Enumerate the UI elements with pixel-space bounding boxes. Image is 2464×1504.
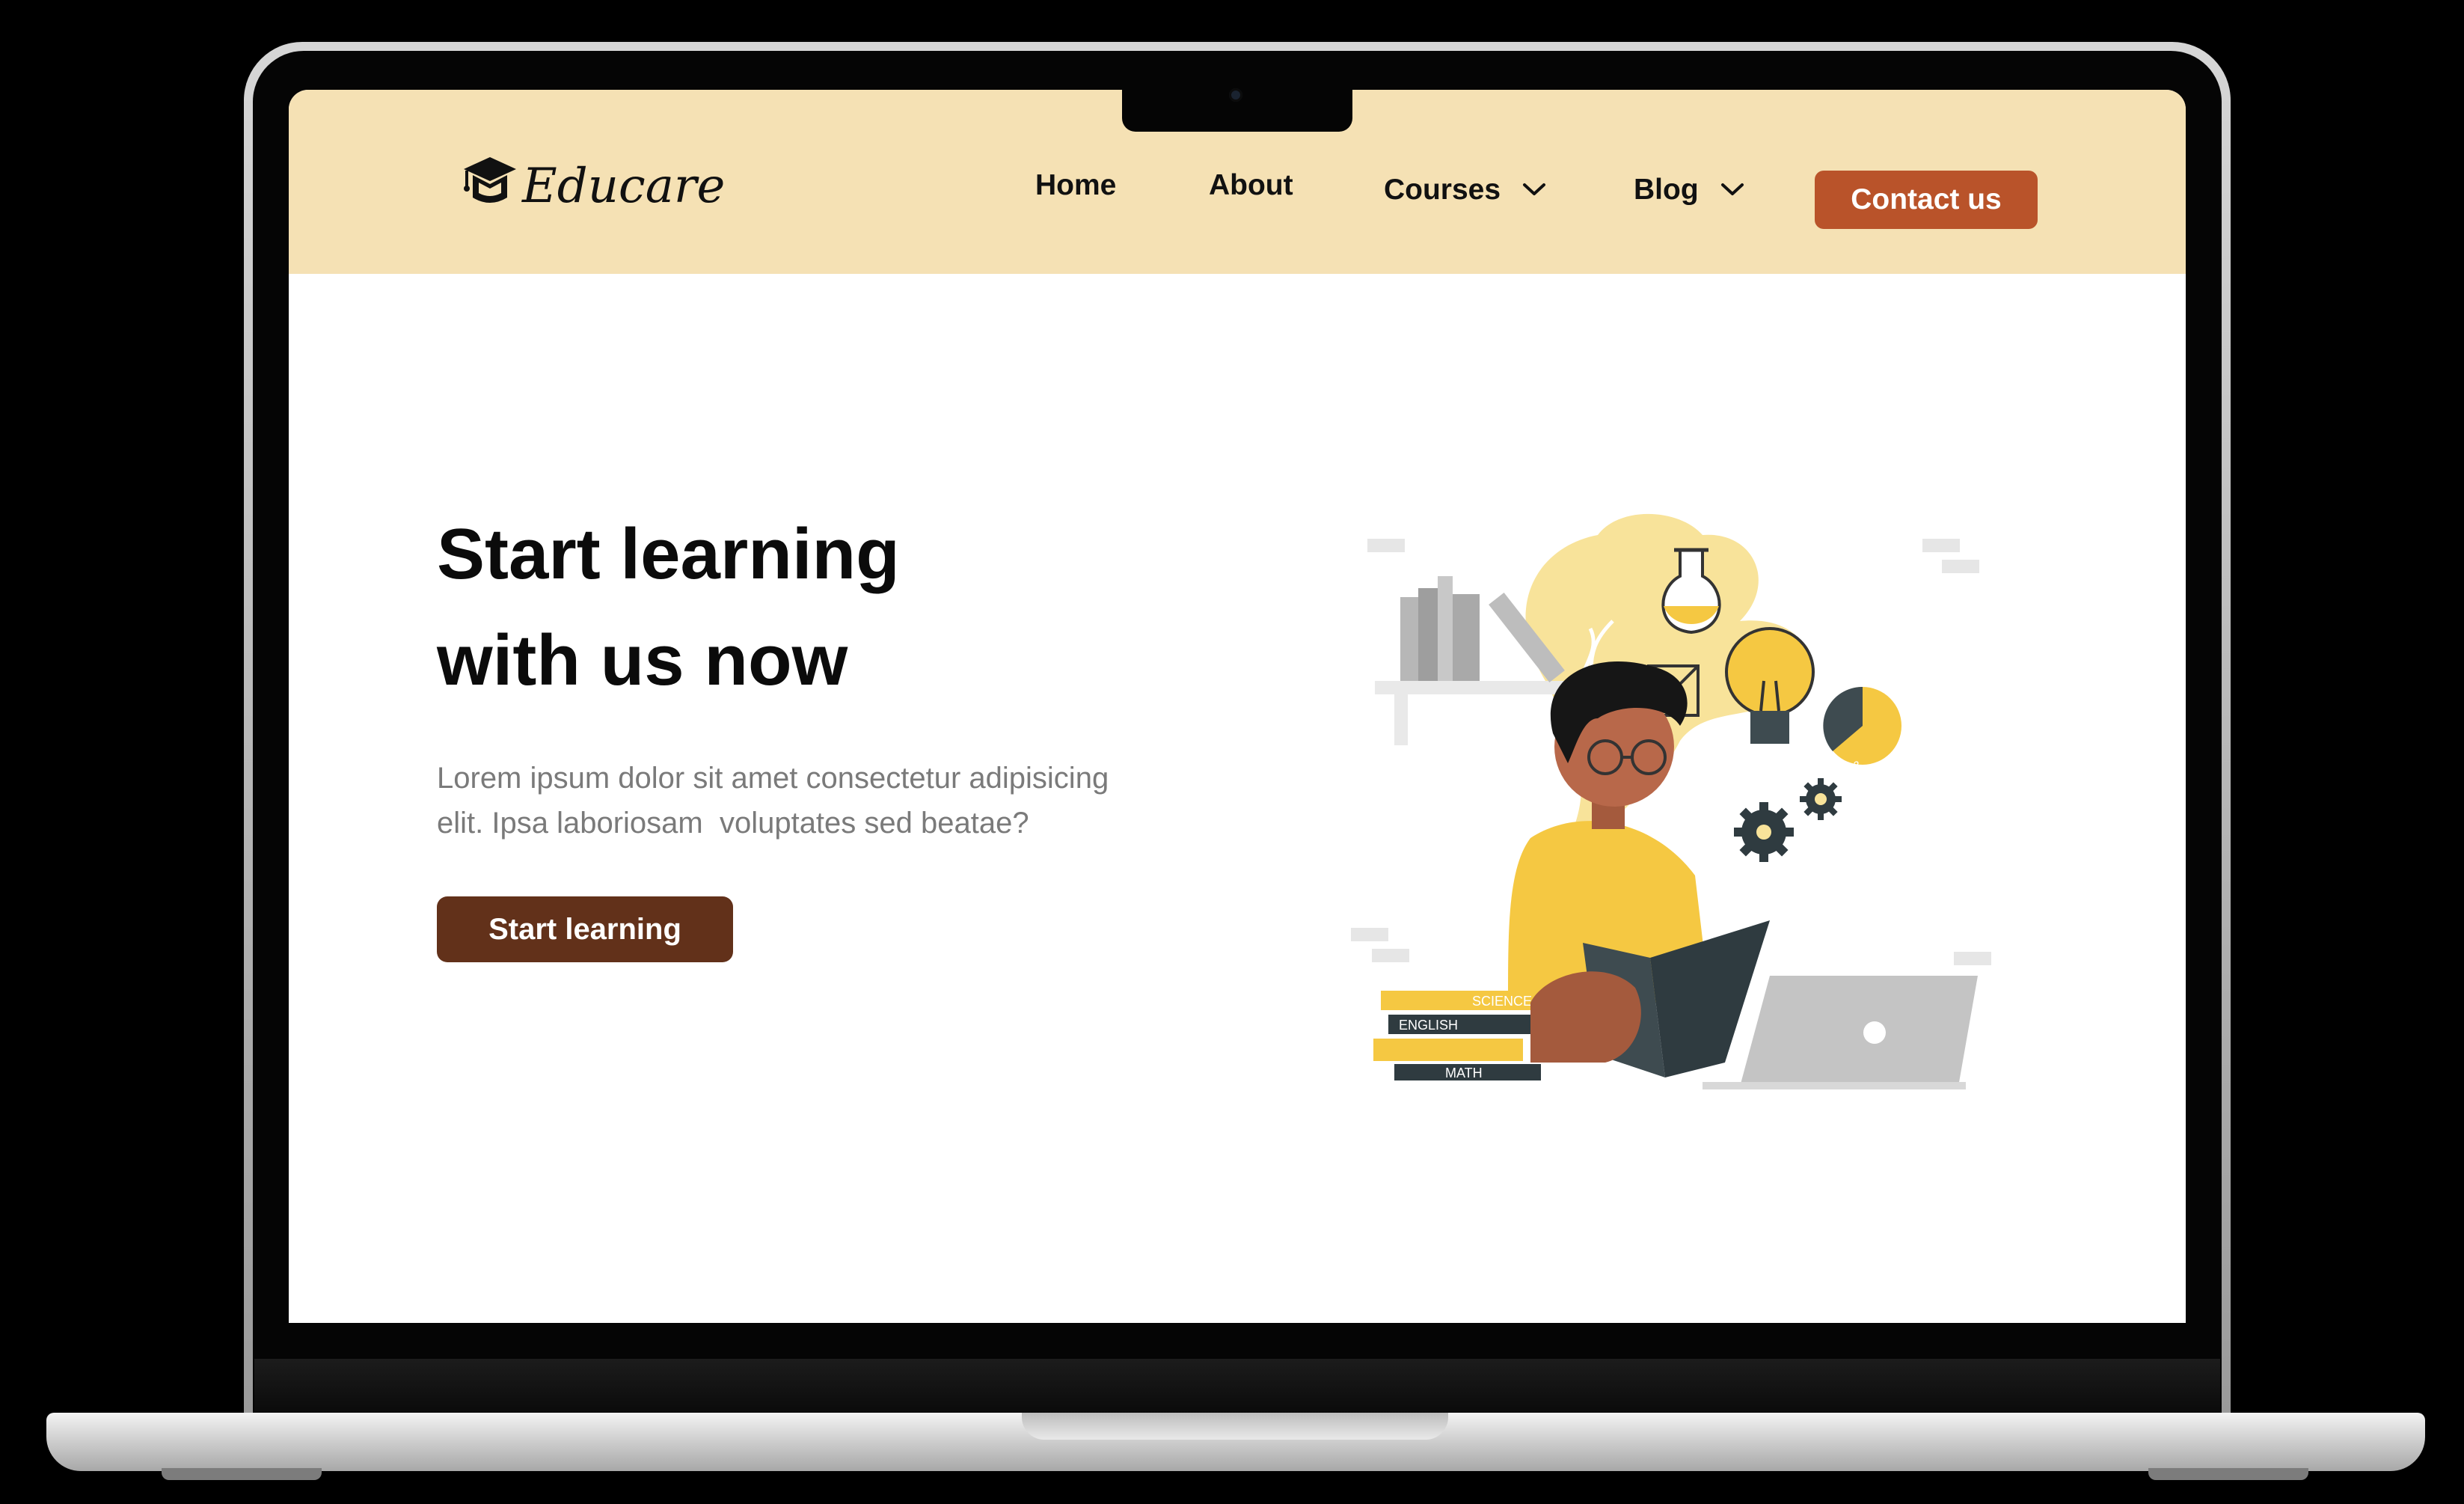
book-label-science: SCIENCE	[1472, 994, 1532, 1009]
hero-title-line-1: Start learning	[437, 514, 900, 594]
contact-us-label: Contact us	[1851, 183, 2002, 215]
student-reading-illustration: E = mc² SCIENCE ENGLISH MATH	[1351, 513, 1991, 1089]
nav-about-label: About	[1209, 169, 1293, 201]
nav-courses-label: Courses	[1384, 174, 1501, 206]
brand-name: Educare	[522, 159, 726, 214]
laptop-foot-right	[2148, 1468, 2308, 1480]
light-bulb-icon	[1725, 627, 1815, 744]
hero-subtitle-line-1: Lorem ipsum dolor sit amet consectetur a…	[437, 762, 1109, 795]
laptop-foot-left	[162, 1468, 322, 1480]
book-label-english: ENGLISH	[1399, 1018, 1458, 1033]
hero-title: Start learning with us now	[437, 501, 1110, 714]
atom-icon	[1668, 744, 1725, 795]
nav-blog-label: Blog	[1634, 174, 1699, 206]
hero-subtitle: Lorem ipsum dolor sit amet consectetur a…	[437, 756, 1260, 846]
start-learning-label: Start learning	[488, 912, 681, 946]
nav-home-label: Home	[1035, 169, 1117, 201]
contact-us-button[interactable]: Contact us	[1815, 171, 2038, 229]
gear-icon	[1800, 778, 1842, 820]
laptop-chin	[254, 1359, 2220, 1413]
nav-courses-dropdown[interactable]: Courses	[1384, 174, 1546, 207]
nav-about-link[interactable]: About	[1209, 169, 1293, 202]
pie-chart-icon	[1823, 686, 1901, 765]
nav-blog-dropdown[interactable]: Blog	[1634, 174, 1744, 207]
gear-icon	[1734, 802, 1794, 862]
start-learning-button[interactable]: Start learning	[437, 896, 733, 962]
laptop-base-groove	[1022, 1413, 1448, 1440]
graduation-cap-icon	[464, 157, 516, 203]
chevron-down-icon	[1720, 183, 1744, 195]
book-label-math: MATH	[1445, 1066, 1483, 1080]
hero-subtitle-line-2: elit. Ipsa laboriosam voluptates sed bea…	[437, 807, 1029, 840]
hero-title-line-2: with us now	[437, 620, 848, 700]
nav-home-link[interactable]: Home	[1035, 169, 1116, 202]
boy-hand	[1530, 971, 1641, 1063]
chevron-down-icon	[1522, 183, 1545, 195]
book-stack: SCIENCE ENGLISH MATH	[1373, 991, 1541, 1080]
webcam-icon	[1229, 88, 1242, 102]
laptop-screen: Educare Home About Courses Blog Contact …	[289, 90, 2186, 1323]
